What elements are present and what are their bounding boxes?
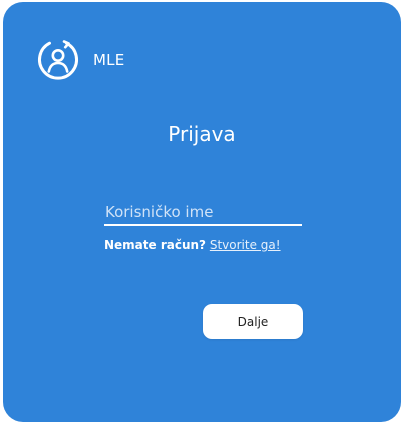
login-card: MLE Prijava Nemate račun? Stvorite ga! D… [3, 2, 401, 422]
username-field[interactable] [104, 200, 302, 226]
brand-name: MLE [93, 51, 125, 69]
signup-prompt: Nemate račun? [104, 238, 207, 252]
signup-line: Nemate račun? Stvorite ga! [104, 238, 281, 252]
page-title: Prijava [168, 122, 236, 146]
user-circle-refresh-icon [38, 40, 78, 80]
next-button[interactable]: Dalje [203, 304, 303, 339]
brand: MLE [36, 38, 124, 82]
create-account-link[interactable]: Stvorite ga! [210, 238, 281, 252]
